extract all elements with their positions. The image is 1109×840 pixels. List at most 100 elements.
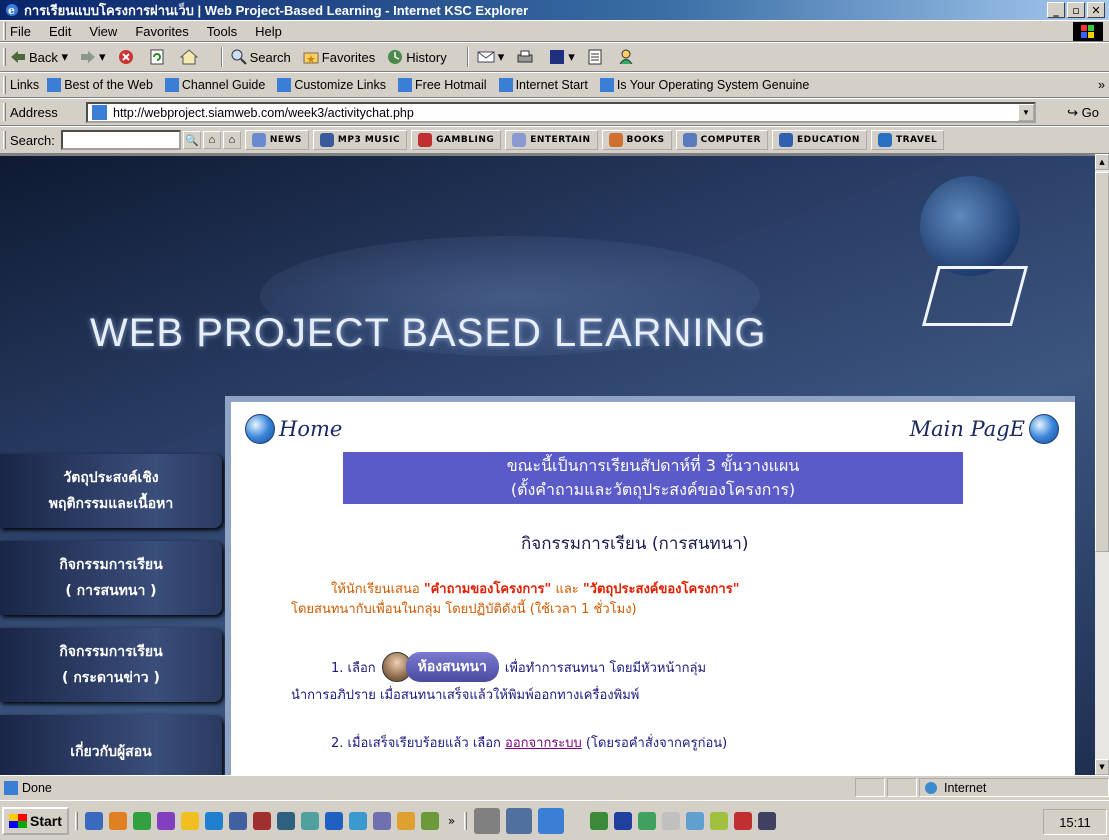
status-text: Done: [22, 780, 52, 795]
menu-help[interactable]: Help: [255, 24, 282, 39]
tray-icon[interactable]: [710, 811, 729, 830]
main-page-link[interactable]: Main PagE: [910, 414, 1063, 444]
quicklaunch-icon[interactable]: [348, 811, 367, 830]
sidebar-about-teacher[interactable]: เกี่ยวกับผู้สอน: [0, 715, 222, 775]
quicklaunch-icon[interactable]: [252, 811, 271, 830]
link-os-genuine[interactable]: Is Your Operating System Genuine: [599, 78, 809, 92]
step-1: 1. เลือก ห้องสนทนา เพื่อทำการสนทนา โดยมี…: [331, 652, 706, 682]
ie-page-icon: [599, 78, 614, 92]
quicklaunch-icon[interactable]: [84, 811, 103, 830]
channel-gambling[interactable]: GAMBLING: [411, 130, 502, 150]
window-title-bar[interactable]: e การเรียนแบบโครงการผ่านเว็บ | Web Proje…: [0, 0, 1109, 20]
quicklaunch-icon[interactable]: [396, 811, 415, 830]
menu-view[interactable]: View: [89, 24, 117, 39]
edit-button[interactable]: ▾: [549, 49, 575, 65]
home-alt-button[interactable]: ⌂: [222, 131, 241, 149]
start-button[interactable]: Start: [2, 806, 69, 835]
globe-icon: [245, 414, 275, 444]
refresh-button[interactable]: [149, 49, 168, 65]
link-free-hotmail[interactable]: Free Hotmail: [398, 78, 487, 92]
back-arrow-icon: [11, 51, 25, 63]
quicklaunch-icon[interactable]: [372, 811, 391, 830]
search-toolbar: Search: 🔍 ⌂ ⌂ NEWS MP3 MUSIC GAMBLING EN…: [0, 126, 1109, 154]
task-button[interactable]: [506, 807, 533, 834]
sidebar-activity-board[interactable]: กิจกรรมการเรียน ( กระดานข่าว ): [0, 628, 222, 702]
menu-tools[interactable]: Tools: [207, 24, 237, 39]
history-button[interactable]: History: [387, 49, 447, 65]
tray-icon[interactable]: [638, 811, 657, 830]
messenger-icon: [619, 49, 633, 65]
tray-icon[interactable]: [758, 811, 777, 830]
task-button[interactable]: [474, 807, 501, 834]
messenger-button[interactable]: [618, 49, 637, 65]
sidebar-objectives[interactable]: วัตถุประสงค์เชิง พฤติกรรมและเนื้อหา: [0, 454, 222, 528]
search-icon: [231, 49, 247, 65]
windows-flag-icon: [9, 813, 27, 828]
clock[interactable]: 15:11: [1043, 809, 1107, 835]
menu-edit[interactable]: Edit: [49, 24, 71, 39]
quicklaunch-icon[interactable]: [132, 811, 151, 830]
tray-icon[interactable]: [686, 811, 705, 830]
favorites-button[interactable]: Favorites: [303, 50, 375, 65]
home-link[interactable]: Home: [241, 414, 342, 444]
home-small-button[interactable]: ⌂: [202, 131, 221, 149]
forward-button[interactable]: ▾: [80, 49, 106, 65]
channel-travel[interactable]: TRAVEL: [870, 130, 945, 150]
edit-icon: [550, 50, 565, 64]
stop-button[interactable]: [118, 49, 137, 65]
search-input[interactable]: [60, 130, 181, 150]
link-internet-start[interactable]: Internet Start: [498, 78, 588, 92]
chat-room-button[interactable]: ห้องสนทนา: [381, 652, 499, 682]
channel-entertain[interactable]: ENTERTAIN: [505, 130, 598, 150]
close-button[interactable]: ✕: [1087, 2, 1105, 18]
scroll-down-button[interactable]: ▼: [1095, 759, 1109, 775]
scroll-thumb[interactable]: [1095, 172, 1109, 552]
address-input[interactable]: http://webproject.siamweb.com/week3/acti…: [86, 102, 1036, 123]
print-button[interactable]: [516, 49, 537, 65]
channel-news[interactable]: NEWS: [244, 130, 309, 150]
menu-favorites[interactable]: Favorites: [135, 24, 188, 39]
channel-education[interactable]: EDUCATION: [771, 130, 867, 150]
quicklaunch-icon[interactable]: [420, 811, 439, 830]
forward-arrow-icon: [81, 51, 96, 63]
address-dropdown-button[interactable]: ▼: [1018, 104, 1034, 121]
search-button[interactable]: Search: [231, 49, 291, 65]
quicklaunch-icon[interactable]: [204, 811, 223, 830]
chevron-right-icon[interactable]: »: [1098, 78, 1105, 92]
language-icon[interactable]: [614, 811, 633, 830]
mail-button[interactable]: ▾: [477, 49, 504, 65]
ie-page-icon: [498, 78, 513, 92]
menu-file[interactable]: File: [10, 24, 31, 39]
channel-computer[interactable]: COMPUTER: [675, 130, 768, 150]
link-channel-guide[interactable]: Channel Guide: [164, 78, 265, 92]
tray-icon[interactable]: [734, 811, 753, 830]
go-button[interactable]: ↪ Go: [1067, 105, 1099, 121]
quicklaunch-icon[interactable]: [108, 811, 127, 830]
quicklaunch-icon[interactable]: [228, 811, 247, 830]
channel-mp3-music[interactable]: MP3 MUSIC: [312, 130, 408, 150]
link-customize-links[interactable]: Customize Links: [277, 78, 386, 92]
quicklaunch-icon[interactable]: [156, 811, 175, 830]
quicklaunch-icon[interactable]: [180, 811, 199, 830]
task-button[interactable]: [538, 807, 565, 834]
tray-icon[interactable]: [590, 811, 609, 830]
discuss-button[interactable]: [587, 49, 606, 65]
search-go-button[interactable]: 🔍: [182, 131, 201, 149]
quicklaunch-icon[interactable]: [276, 811, 295, 830]
discuss-icon: [588, 49, 602, 65]
volume-icon[interactable]: [662, 811, 681, 830]
logout-link[interactable]: ออกจากระบบ: [505, 736, 582, 751]
quicklaunch-icon[interactable]: [324, 811, 343, 830]
link-best-of-web[interactable]: Best of the Web: [47, 78, 153, 92]
home-button[interactable]: [179, 49, 201, 65]
back-button[interactable]: Back ▾: [10, 49, 68, 65]
page-viewport: WEB PROJECT BASED LEARNING วัตถุประสงค์เ…: [0, 154, 1095, 775]
minimize-button[interactable]: _: [1047, 2, 1065, 18]
channel-books[interactable]: BOOKS: [601, 130, 672, 150]
maximize-button[interactable]: ▫: [1067, 2, 1085, 18]
sidebar-activity-chat[interactable]: กิจกรรมการเรียน ( การสนทนา ): [0, 541, 222, 615]
quicklaunch-icon[interactable]: [300, 811, 319, 830]
chevron-right-icon[interactable]: »: [448, 814, 455, 828]
vertical-scrollbar[interactable]: ▲ ▼: [1095, 154, 1109, 775]
scroll-up-button[interactable]: ▲: [1095, 154, 1109, 170]
